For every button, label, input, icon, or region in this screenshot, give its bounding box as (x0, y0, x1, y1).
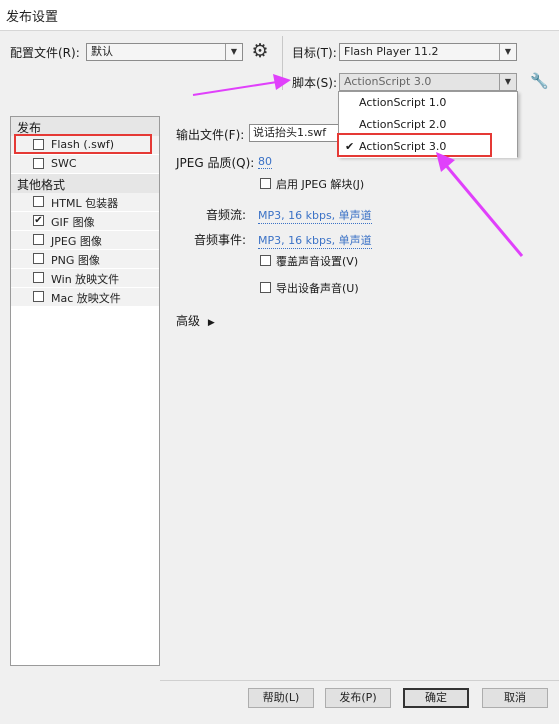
arrow-to-script-head (273, 74, 291, 90)
ok-button[interactable]: 确定 (403, 688, 469, 708)
publish-button[interactable]: 发布(P) (325, 688, 391, 708)
arrow-to-as3-head (436, 152, 455, 172)
arrow-to-script-line (192, 81, 278, 96)
annotation-arrows (192, 74, 524, 257)
arrow-to-as3-line (442, 162, 524, 257)
cancel-button[interactable]: 取消 (482, 688, 548, 708)
help-button[interactable]: 帮助(L) (248, 688, 314, 708)
footer-divider (160, 680, 559, 681)
